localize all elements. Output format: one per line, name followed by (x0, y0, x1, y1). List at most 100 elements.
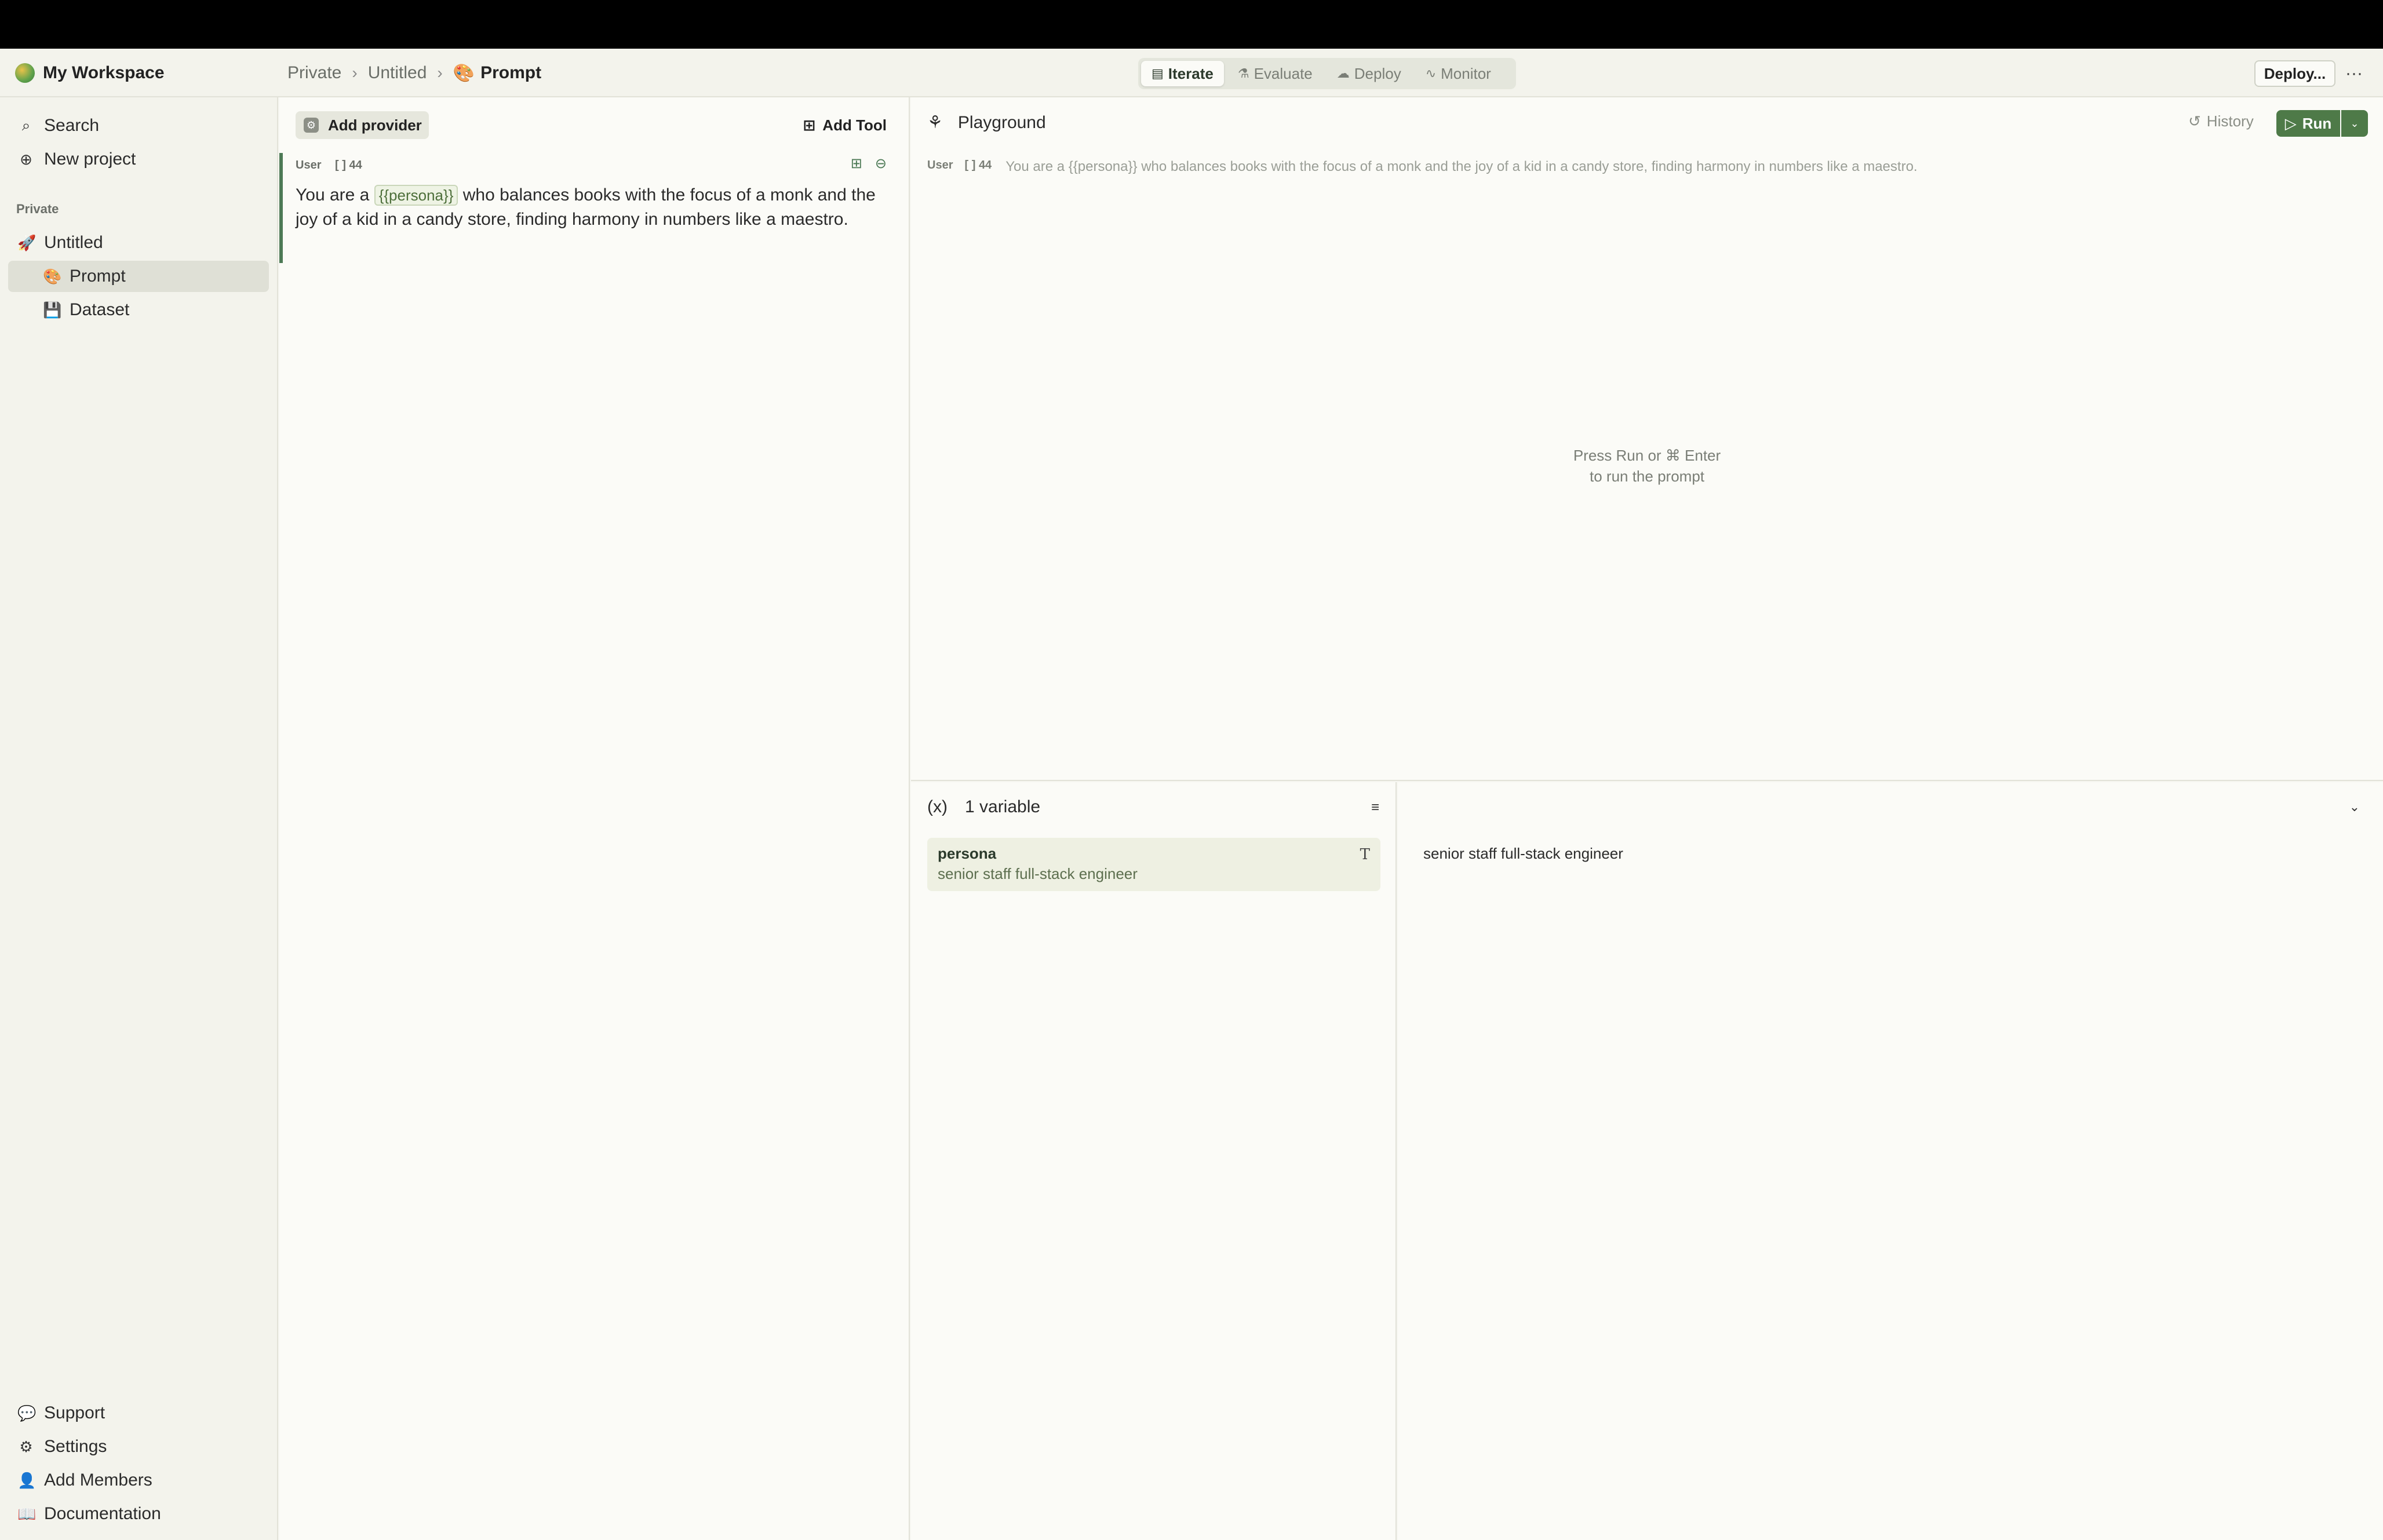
sidebar-item-project[interactable]: 🚀 Untitled (8, 227, 269, 258)
run-hint-line1: Press Run or ⌘ Enter (1573, 447, 1721, 464)
variables-panel: (x) 1 variable ≡ persona senior staff fu… (911, 782, 1397, 1540)
message-token-count: [ ] 44 (335, 159, 362, 172)
message-text-before: You are a (296, 185, 370, 205)
palette-icon: 🎨 (43, 267, 62, 285)
sidebar-item-label: Untitled (44, 233, 103, 252)
breadcrumb-untitled[interactable]: Untitled (368, 63, 427, 83)
floppy-disk-icon: 💾 (43, 301, 62, 319)
plus-circle-icon: ⊕ (20, 150, 32, 168)
gear-icon: ⚙ (19, 1437, 33, 1455)
variable-pill[interactable]: {{persona}} (374, 185, 458, 206)
sidebar-item-settings[interactable]: ⚙ Settings (8, 1431, 269, 1462)
variable-value: senior staff full-stack engineer (938, 865, 1138, 882)
breadcrumb-private[interactable]: Private (287, 63, 341, 83)
tab-iterate[interactable]: ▤ Iterate (1141, 61, 1224, 86)
more-options-button[interactable]: ··· (2342, 60, 2366, 87)
sidebar-item-label: Support (44, 1403, 105, 1422)
shapes-icon: ⚘ (927, 113, 943, 132)
sidebar-item-label: Add Members (44, 1470, 152, 1490)
breadcrumb-separator: › (437, 64, 443, 82)
sidebar-item-support[interactable]: 💬 Support (8, 1397, 269, 1429)
sidebar-item-label: Dataset (70, 300, 130, 319)
brackets-icon: [ ] (335, 159, 346, 171)
sidebar-item-label: Documentation (44, 1504, 161, 1523)
sidebar-item-add-members[interactable]: 👤 Add Members (8, 1465, 269, 1496)
variable-name: persona (938, 845, 997, 862)
playground-panel: ⚘ Playground ↺ History ▷ Run ⌄ User [ ] … (911, 97, 2383, 781)
run-button[interactable]: ▷ Run (2276, 110, 2340, 137)
workspace-switcher[interactable]: My Workspace (15, 60, 165, 86)
variable-icon: (x) (927, 797, 948, 816)
book-icon: 📖 (17, 1505, 37, 1523)
run-hint-line2: to run the prompt (1590, 468, 1704, 485)
message-focus-indicator (279, 153, 283, 263)
tab-iterate-label: Iterate (1168, 64, 1214, 82)
playground-message: User [ ] 44 You are a {{persona}} who ba… (927, 159, 1918, 175)
sidebar-item-label: Settings (44, 1437, 107, 1456)
provider-icon: ⚙ (304, 118, 319, 133)
prompt-editor: ⚙ Add provider ⊞ Add Tool User [ ] 44 ⊞ … (279, 97, 910, 1540)
playground-token-value: 44 (978, 159, 992, 171)
chat-icon: 💬 (17, 1404, 37, 1422)
add-tool-button[interactable]: ⊞ Add Tool (803, 114, 887, 137)
brackets-icon: [ ] (964, 159, 976, 171)
variables-menu-button[interactable]: ≡ (1371, 800, 1379, 816)
tab-deploy-label: Deploy (1354, 64, 1401, 82)
deploy-button[interactable]: Deploy... (2254, 60, 2335, 87)
top-black-bar (0, 0, 2383, 49)
remove-message-icon[interactable]: ⊖ (875, 155, 887, 172)
tab-deploy[interactable]: ☁ Deploy (1327, 61, 1412, 86)
tab-monitor-label: Monitor (1441, 64, 1491, 82)
workspace-name: My Workspace (43, 63, 165, 82)
sidebar: ⌕ Search ⊕ New project Private 🚀 Untitle… (0, 97, 278, 1540)
palette-icon: 🎨 (453, 63, 475, 83)
add-tool-label: Add Tool (822, 116, 887, 134)
collapse-icon[interactable]: ⌄ (2349, 800, 2360, 815)
variable-detail-value[interactable]: senior staff full-stack engineer (1423, 845, 1623, 863)
playground-header: ⚘ Playground (927, 112, 1046, 133)
workspace-avatar (15, 63, 35, 83)
variables-header: (x) 1 variable (927, 797, 1040, 817)
play-icon: ▷ (2284, 114, 2297, 132)
sidebar-section-label: Private (16, 202, 59, 216)
user-icon: 👤 (17, 1471, 37, 1489)
tool-icon: ⊞ (803, 116, 816, 134)
sidebar-item-prompt[interactable]: 🎨 Prompt (8, 261, 269, 292)
flask-icon: ⚗ (1237, 66, 1249, 81)
history-button[interactable]: ↺ History (2188, 112, 2254, 130)
breadcrumb-current-label: Prompt (480, 63, 542, 82)
tab-monitor[interactable]: ∿ Monitor (1415, 61, 1502, 86)
rocket-icon: 🚀 (17, 233, 37, 251)
sidebar-item-label: New project (44, 149, 136, 169)
run-hint: Press Run or ⌘ Enter to run the prompt (911, 445, 2383, 487)
variable-item[interactable]: persona senior staff full-stack engineer… (927, 838, 1380, 891)
search-icon: ⌕ (21, 116, 31, 134)
playground-message-role: User (927, 159, 953, 171)
sidebar-item-label: Search (44, 116, 100, 135)
message-editor[interactable]: You are a {{persona}} who balances books… (296, 183, 881, 232)
run-label: Run (2302, 114, 2332, 132)
add-image-icon[interactable]: ⊞ (851, 155, 862, 172)
sidebar-item-search[interactable]: ⌕ Search (8, 110, 269, 141)
sidebar-item-new-project[interactable]: ⊕ New project (8, 144, 269, 175)
playground-token-count: [ ] 44 (964, 159, 992, 175)
history-icon: ↺ (2188, 112, 2201, 130)
app-header: My Workspace Private › Untitled › 🎨 Prom… (0, 49, 2383, 97)
message-role[interactable]: User (296, 159, 321, 172)
sidebar-item-documentation[interactable]: 📖 Documentation (8, 1498, 269, 1530)
history-label: History (2206, 112, 2254, 130)
add-provider-button[interactable]: ⚙ Add provider (296, 111, 429, 139)
run-options-dropdown[interactable]: ⌄ (2341, 110, 2368, 137)
chevron-down-icon: ⌄ (2350, 117, 2359, 129)
breadcrumb-current[interactable]: 🎨 Prompt (453, 63, 541, 83)
breadcrumb-separator: › (352, 64, 358, 82)
tab-evaluate[interactable]: ⚗ Evaluate (1227, 61, 1323, 86)
breadcrumb: Private › Untitled › 🎨 Prompt (287, 60, 541, 86)
tab-evaluate-label: Evaluate (1254, 64, 1313, 82)
document-icon: ▤ (1152, 66, 1164, 81)
cloud-upload-icon: ☁ (1336, 66, 1350, 81)
text-type-icon: T (1360, 846, 1370, 863)
sidebar-item-label: Prompt (70, 267, 126, 286)
sidebar-item-dataset[interactable]: 💾 Dataset (8, 294, 269, 326)
add-provider-label: Add provider (328, 116, 422, 134)
